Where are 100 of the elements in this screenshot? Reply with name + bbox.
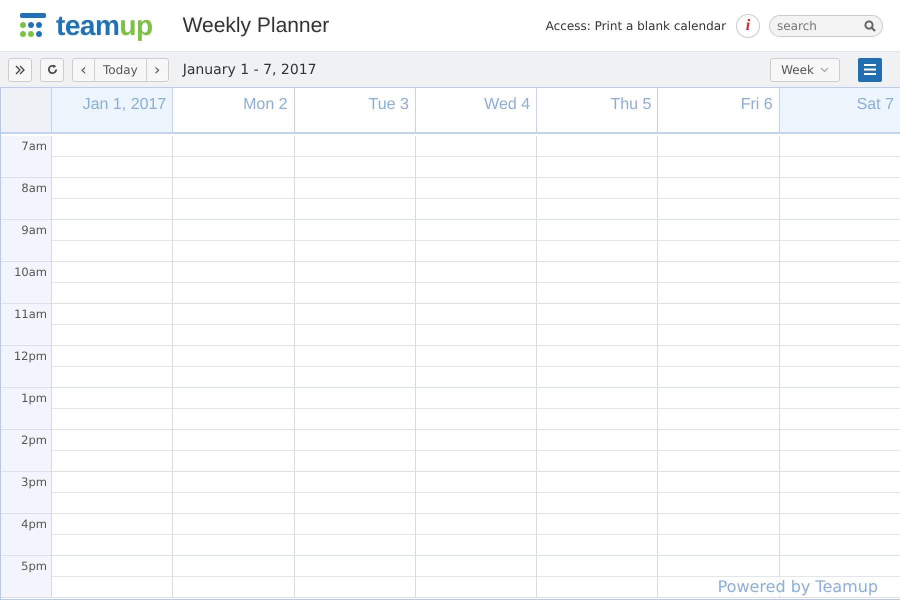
- time-slot[interactable]: [294, 262, 415, 303]
- expand-button[interactable]: [8, 58, 32, 82]
- hour-label: 4pm: [1, 514, 51, 555]
- day-header: Sat 7: [778, 88, 900, 132]
- time-slot[interactable]: [778, 304, 900, 345]
- today-button[interactable]: Today: [94, 58, 147, 82]
- time-slot[interactable]: [294, 556, 415, 597]
- time-slot[interactable]: [414, 472, 536, 513]
- time-slot[interactable]: [657, 262, 779, 303]
- time-slot[interactable]: [172, 388, 294, 429]
- time-slot[interactable]: [536, 262, 658, 303]
- refresh-button[interactable]: [40, 58, 64, 82]
- time-slot[interactable]: [778, 346, 900, 387]
- time-slot[interactable]: [536, 136, 658, 177]
- day-header: Thu 5: [536, 88, 658, 132]
- time-slot[interactable]: [536, 304, 658, 345]
- time-slot[interactable]: [172, 136, 294, 177]
- time-slot[interactable]: [51, 220, 172, 261]
- view-dropdown[interactable]: Week: [770, 58, 840, 82]
- time-slot[interactable]: [294, 514, 415, 555]
- time-slot[interactable]: [51, 514, 172, 555]
- time-slot[interactable]: [294, 136, 415, 177]
- next-button[interactable]: ›: [146, 58, 169, 82]
- time-slot[interactable]: [657, 430, 779, 471]
- time-slot[interactable]: [536, 430, 658, 471]
- time-slot[interactable]: [172, 304, 294, 345]
- hour-label: 1pm: [1, 388, 51, 429]
- hour-label: 7am: [1, 136, 51, 177]
- menu-icon: [864, 64, 876, 75]
- time-slot[interactable]: [51, 388, 172, 429]
- time-slot[interactable]: [657, 304, 779, 345]
- time-slot[interactable]: [657, 388, 779, 429]
- hour-label: 10am: [1, 262, 51, 303]
- time-slot[interactable]: [778, 472, 900, 513]
- time-slot[interactable]: [536, 556, 658, 597]
- time-slot[interactable]: [778, 388, 900, 429]
- time-slot[interactable]: [51, 304, 172, 345]
- time-slot[interactable]: [536, 472, 658, 513]
- time-slot[interactable]: [536, 514, 658, 555]
- time-slot[interactable]: [294, 430, 415, 471]
- time-slot[interactable]: [414, 556, 536, 597]
- time-slot[interactable]: [51, 472, 172, 513]
- time-slot[interactable]: [172, 472, 294, 513]
- time-slot[interactable]: [414, 136, 536, 177]
- date-range: January 1 - 7, 2017: [182, 62, 317, 78]
- time-slot[interactable]: [172, 556, 294, 597]
- time-slot[interactable]: [778, 220, 900, 261]
- time-slot[interactable]: [294, 472, 415, 513]
- time-slot[interactable]: [51, 136, 172, 177]
- day-header: Jan 1, 2017: [51, 88, 172, 132]
- time-slot[interactable]: [294, 220, 415, 261]
- time-slot[interactable]: [657, 514, 779, 555]
- menu-button[interactable]: [858, 58, 882, 82]
- time-slot[interactable]: [172, 178, 294, 219]
- hour-label: 8am: [1, 178, 51, 219]
- time-slot[interactable]: [657, 178, 779, 219]
- time-slot[interactable]: [51, 262, 172, 303]
- time-slot[interactable]: [414, 220, 536, 261]
- logo-icon: [20, 12, 48, 38]
- time-slot[interactable]: [172, 514, 294, 555]
- logo-text: teamup: [56, 10, 153, 42]
- time-slot[interactable]: [414, 304, 536, 345]
- time-slot[interactable]: [414, 178, 536, 219]
- time-slot[interactable]: [414, 262, 536, 303]
- time-slot[interactable]: [51, 346, 172, 387]
- time-slot[interactable]: [51, 178, 172, 219]
- time-slot[interactable]: [657, 220, 779, 261]
- time-slot[interactable]: [778, 262, 900, 303]
- time-slot[interactable]: [414, 514, 536, 555]
- time-slot[interactable]: [414, 346, 536, 387]
- hour-label: 3pm: [1, 472, 51, 513]
- hour-label: 5pm: [1, 556, 51, 597]
- previous-button[interactable]: ‹: [72, 58, 95, 82]
- time-slot[interactable]: [172, 346, 294, 387]
- time-slot[interactable]: [536, 178, 658, 219]
- time-slot[interactable]: [778, 178, 900, 219]
- time-slot[interactable]: [414, 430, 536, 471]
- time-slot[interactable]: [536, 388, 658, 429]
- time-slot[interactable]: [172, 220, 294, 261]
- search-field[interactable]: search: [769, 14, 883, 36]
- time-slot[interactable]: [51, 556, 172, 597]
- time-slot[interactable]: [657, 136, 779, 177]
- access-text: Access: Print a blank calendar: [546, 18, 726, 32]
- time-slot[interactable]: [778, 430, 900, 471]
- info-button[interactable]: i: [736, 14, 760, 38]
- time-slot[interactable]: [294, 346, 415, 387]
- time-slot[interactable]: [172, 430, 294, 471]
- time-slot[interactable]: [778, 136, 900, 177]
- time-slot[interactable]: [294, 178, 415, 219]
- time-slot[interactable]: [536, 346, 658, 387]
- time-slot[interactable]: [657, 472, 779, 513]
- time-slot[interactable]: [172, 262, 294, 303]
- time-slot[interactable]: [657, 346, 779, 387]
- time-slot[interactable]: [294, 304, 415, 345]
- time-slot[interactable]: [536, 220, 658, 261]
- time-slot[interactable]: [414, 388, 536, 429]
- refresh-icon: [46, 64, 58, 75]
- time-slot[interactable]: [294, 388, 415, 429]
- time-slot[interactable]: [778, 514, 900, 555]
- time-slot[interactable]: [51, 430, 172, 471]
